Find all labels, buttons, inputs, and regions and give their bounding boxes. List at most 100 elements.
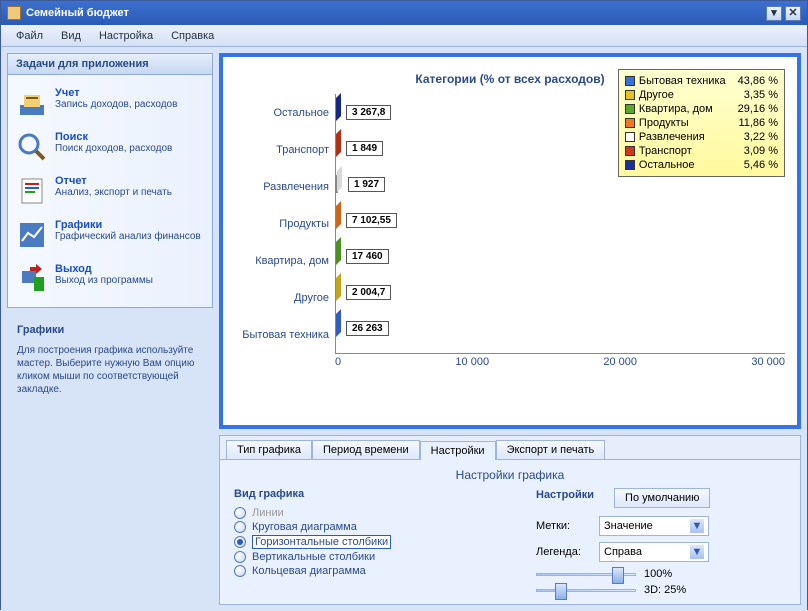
- chart-legend: Бытовая техника43,86 %Другое3,35 %Кварти…: [618, 69, 785, 177]
- x-axis-ticks: 010 00020 00030 000: [235, 354, 785, 368]
- legend-combo[interactable]: Справа ▼: [599, 542, 709, 562]
- legend-label: Легенда:: [536, 546, 591, 558]
- chart-panel: Категории (% от всех расходов) Остальное…: [219, 53, 801, 429]
- legend-label: Продукты: [639, 116, 689, 130]
- legend-row: Остальное5,46 %: [625, 158, 778, 172]
- category-label: Другое: [235, 292, 329, 304]
- legend-label: Развлечения: [639, 130, 705, 144]
- help-title: Графики: [17, 324, 203, 336]
- radio-icon: [234, 507, 246, 519]
- legend-row: Бытовая техника43,86 %: [625, 74, 778, 88]
- chart-type-radio[interactable]: Горизонтальные столбики: [234, 534, 516, 550]
- legend-label: Бытовая техника: [639, 74, 726, 88]
- category-label: Квартира, дом: [235, 255, 329, 267]
- app-window: Семейный бюджет ▾ ✕ Файл Вид Настройка С…: [0, 0, 808, 610]
- legend-row: Развлечения 3,22 %: [625, 130, 778, 144]
- legend-swatch: [625, 146, 635, 156]
- bar-value-label: 1 927: [348, 177, 385, 192]
- task-icon: [16, 219, 48, 251]
- x-tick: 20 000: [603, 356, 637, 368]
- sidebar-item-поиск[interactable]: ПоискПоиск доходов, расходов: [12, 125, 208, 169]
- legend-swatch: [625, 90, 635, 100]
- y-axis-labels: Остальное Транспорт Развлечения Продукты Ква…: [235, 94, 335, 354]
- category-label: Остальное: [235, 107, 329, 119]
- bar-row: 2 004,7: [336, 281, 391, 303]
- help-panel: Графики Для построения графика используй…: [7, 314, 213, 406]
- legend-row: Транспорт 3,09 %: [625, 144, 778, 158]
- default-button[interactable]: По умолчанию: [614, 488, 710, 508]
- close-button[interactable]: ✕: [785, 6, 801, 21]
- legend-pct: 11,86 %: [730, 116, 778, 130]
- chart-type-radio[interactable]: Кольцевая диаграмма: [234, 564, 516, 578]
- minimize-button[interactable]: ▾: [766, 6, 782, 21]
- radio-icon: [234, 565, 246, 577]
- task-title: Графики: [55, 219, 201, 231]
- tab-3[interactable]: Экспорт и печать: [496, 440, 606, 459]
- task-icon: [16, 131, 48, 163]
- labels-label: Метки:: [536, 520, 591, 532]
- legend-swatch: [625, 76, 635, 86]
- settings-title: Настройки графика: [234, 468, 786, 482]
- bar-row: 17 460: [336, 245, 389, 267]
- radio-icon: [234, 551, 246, 563]
- tab-1[interactable]: Период времени: [312, 440, 420, 459]
- window-title: Семейный бюджет: [26, 7, 129, 19]
- legend-label: Квартира, дом: [639, 102, 713, 116]
- chart-type-radio: Линии: [234, 506, 516, 520]
- chevron-down-icon: ▼: [690, 519, 704, 533]
- bar-row: 3 267,8: [336, 101, 391, 123]
- legend-pct: 3,22 %: [736, 130, 778, 144]
- task-desc: Анализ, экспорт и печать: [55, 187, 172, 198]
- legend-swatch: [625, 104, 635, 114]
- menu-view[interactable]: Вид: [52, 27, 90, 45]
- chevron-down-icon: ▼: [690, 545, 704, 559]
- bar-value-label: 3 267,8: [346, 105, 391, 120]
- legend-swatch: [625, 160, 635, 170]
- legend-row: Квартира, дом 29,16 %: [625, 102, 778, 116]
- sidebar-item-отчет[interactable]: ОтчетАнализ, экспорт и печать: [12, 169, 208, 213]
- task-title: Учет: [55, 87, 177, 99]
- bar-row: 26 263: [336, 317, 389, 339]
- legend-pct: 3,09 %: [736, 144, 778, 158]
- bar-value-label: 26 263: [346, 321, 389, 336]
- menu-help[interactable]: Справка: [162, 27, 223, 45]
- legend-row: Другое3,35 %: [625, 88, 778, 102]
- menu-file[interactable]: Файл: [7, 27, 52, 45]
- sidebar-item-графики[interactable]: ГрафикиГрафический анализ финансов: [12, 213, 208, 257]
- menu-settings[interactable]: Настройка: [90, 27, 162, 45]
- category-label: Транспорт: [235, 144, 329, 156]
- chart-type-radio[interactable]: Вертикальные столбики: [234, 550, 516, 564]
- sidebar-item-учет[interactable]: УчетЗапись доходов, расходов: [12, 81, 208, 125]
- task-title: Поиск: [55, 131, 172, 143]
- x-tick: 0: [335, 356, 341, 368]
- legend-swatch: [625, 118, 635, 128]
- legend-label: Остальное: [639, 158, 695, 172]
- category-label: Продукты: [235, 218, 329, 230]
- bar-row: 7 102,55: [336, 209, 397, 231]
- settings-tabs: Тип графикаПериод времениНастройкиЭкспор…: [219, 435, 801, 605]
- 3d-slider[interactable]: [536, 589, 636, 592]
- task-desc: Поиск доходов, расходов: [55, 143, 172, 154]
- task-icon: [16, 87, 48, 119]
- legend-label: Другое: [639, 88, 674, 102]
- 3d-value: 3D: 25%: [644, 584, 686, 596]
- bar-value-label: 2 004,7: [346, 285, 391, 300]
- legend-row: Продукты 11,86 %: [625, 116, 778, 130]
- task-title: Выход: [55, 263, 153, 275]
- chart-type-radio[interactable]: Круговая диаграмма: [234, 520, 516, 534]
- tab-2[interactable]: Настройки: [420, 441, 496, 460]
- category-label: Развлечения: [235, 181, 329, 193]
- task-title: Отчет: [55, 175, 172, 187]
- titlebar[interactable]: Семейный бюджет ▾ ✕: [1, 1, 807, 25]
- legend-pct: 29,16 %: [730, 102, 778, 116]
- legend-swatch: [625, 132, 635, 142]
- help-text: Для построения графика используйте масте…: [17, 344, 203, 396]
- labels-combo[interactable]: Значение ▼: [599, 516, 709, 536]
- legend-label: Транспорт: [639, 144, 692, 158]
- app-icon: [7, 6, 21, 20]
- zoom-slider[interactable]: [536, 573, 636, 576]
- sidebar-item-выход[interactable]: ВыходВыход из программы: [12, 257, 208, 301]
- bar: [336, 175, 338, 193]
- controls-header: Настройки: [536, 489, 594, 501]
- tab-0[interactable]: Тип графика: [226, 440, 312, 459]
